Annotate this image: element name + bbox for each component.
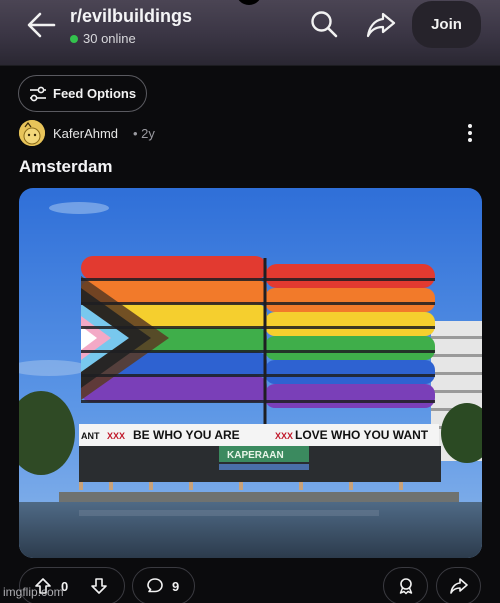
share-icon bbox=[449, 578, 468, 594]
comment-count: 9 bbox=[172, 578, 180, 594]
award-button[interactable] bbox=[383, 567, 428, 603]
post-author[interactable]: KaferAhmd bbox=[53, 126, 118, 141]
avatar-icon bbox=[19, 120, 45, 146]
banner-right-text: LOVE WHO YOU WANT bbox=[295, 428, 429, 442]
award-icon bbox=[399, 578, 412, 595]
sliders-icon bbox=[30, 86, 46, 101]
comment-bubble-icon bbox=[147, 578, 163, 593]
downvote-button[interactable] bbox=[90, 577, 108, 595]
back-button[interactable] bbox=[24, 10, 58, 40]
share-subreddit-button[interactable] bbox=[364, 8, 398, 42]
vertical-dots-icon bbox=[468, 124, 472, 142]
banner-mark-left: XXX bbox=[107, 431, 125, 441]
join-button[interactable]: Join bbox=[412, 1, 481, 48]
shop-sign-text: KAPERAAN bbox=[227, 450, 284, 461]
banner-mark-right: XXX bbox=[275, 431, 293, 441]
search-icon bbox=[311, 11, 338, 38]
search-button[interactable] bbox=[308, 8, 340, 40]
camera-notch bbox=[236, 0, 262, 5]
arrow-left-icon bbox=[27, 12, 56, 38]
online-count: 30 online bbox=[83, 31, 136, 46]
post-title[interactable]: Amsterdam bbox=[19, 157, 113, 177]
downvote-arrow-icon bbox=[91, 578, 108, 594]
imgflip-watermark: imgflip.com bbox=[3, 585, 64, 599]
comments-button[interactable]: 9 bbox=[132, 567, 195, 603]
author-avatar[interactable] bbox=[19, 120, 45, 146]
post-more-button[interactable] bbox=[462, 121, 478, 145]
feed-options-button[interactable]: Feed Options bbox=[18, 75, 147, 112]
banner-left-text: BE WHO YOU ARE bbox=[133, 428, 240, 442]
subreddit-header: r/evilbuildings 30 online Join bbox=[0, 0, 500, 66]
online-dot-icon bbox=[70, 34, 78, 43]
share-post-button[interactable] bbox=[436, 567, 481, 603]
share-icon bbox=[366, 12, 396, 38]
post-age: • 2y bbox=[133, 126, 155, 141]
banner-partial-text: ANT bbox=[81, 431, 100, 441]
pride-parking-garage-photo: ANT XXX BE WHO YOU ARE XXX LOVE WHO YOU … bbox=[19, 188, 482, 558]
feed-options-label: Feed Options bbox=[53, 86, 137, 101]
subreddit-name[interactable]: r/evilbuildings bbox=[70, 6, 192, 27]
online-status: 30 online bbox=[70, 31, 136, 46]
post-image[interactable]: ANT XXX BE WHO YOU ARE XXX LOVE WHO YOU … bbox=[19, 188, 482, 558]
